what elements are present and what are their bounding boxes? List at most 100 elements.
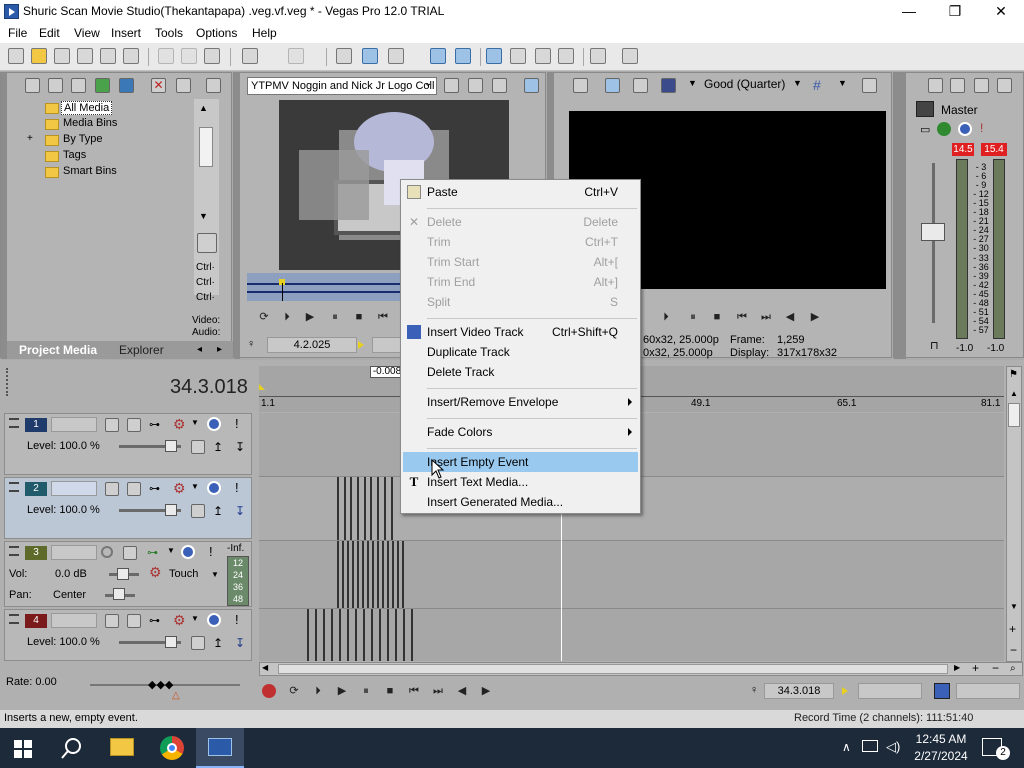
paste-toolbar-icon[interactable] [204,48,220,64]
scroll-right-icon[interactable]: ▶ [954,663,960,672]
auto-ripple-icon[interactable] [430,48,446,64]
tab-explorer[interactable]: Explorer [119,343,164,357]
insert-fx-icon[interactable]: ▭ [920,123,930,136]
tab-project-media[interactable]: Project Media [19,343,97,357]
play-from-start-icon[interactable]: ⏵ [279,309,295,325]
dim-output-icon[interactable] [974,78,989,93]
ignore-grouping-icon[interactable] [535,48,551,64]
chevron-down-icon[interactable]: ▼ [167,546,175,555]
auto-crossfade-icon[interactable] [510,48,526,64]
timeline-vertical-scrollbar[interactable]: ⚑ ▲ ▼ + − [1006,366,1022,662]
fx-chain-icon[interactable]: ⊶ [147,546,158,559]
menu-insert[interactable]: Insert [111,26,141,40]
open-icon[interactable] [31,48,47,64]
fx-green-icon[interactable] [937,122,951,136]
mute-icon[interactable] [207,417,221,431]
volume-icon[interactable]: ◁) [886,739,900,755]
menu-edit[interactable]: Edit [39,26,60,40]
preview-play-from-start-icon[interactable]: ⏵ [658,309,674,325]
menu-options[interactable]: Options [196,26,237,40]
save-as-icon[interactable] [77,48,93,64]
enable-snapping-icon[interactable] [486,48,502,64]
solo-icon[interactable]: ! [209,544,213,559]
compositing-mode-icon[interactable]: ⊶ [149,418,160,431]
trimmer-properties-icon[interactable] [444,78,459,93]
save-icon[interactable] [54,48,70,64]
track-motion-icon[interactable] [105,614,119,628]
solo-icon[interactable]: ! [235,480,239,495]
redo-icon[interactable] [288,48,304,64]
refresh-icon[interactable] [95,78,110,93]
trimmer-monitor-icon[interactable] [524,78,539,93]
rate-slider-thumb[interactable]: ◆◆◆ [148,678,173,691]
get-media-icon[interactable] [71,78,86,93]
tree-item-all-media[interactable]: All Media [61,101,113,115]
chevron-down-icon[interactable]: ▼ [793,78,802,88]
out-point-icon[interactable] [934,683,950,699]
peak-right[interactable]: 15.4 [981,143,1007,156]
preview-quality[interactable]: Good (Quarter) [704,77,785,91]
peak-left[interactable]: 14.5 [952,143,974,156]
zoom-out-icon[interactable]: − [1010,643,1017,657]
media-properties-icon[interactable] [176,78,191,93]
downmix-icon[interactable] [950,78,965,93]
menu-item-insert-remove-envelope[interactable]: Insert/Remove Envelope [403,392,638,412]
chevron-down-icon[interactable]: ▼ [211,570,219,579]
event-cluster-track-3[interactable] [337,541,407,608]
media-select[interactable]: YTPMV Noggin and Nick Jr Logo Coll [247,77,437,95]
solo-icon[interactable]: ! [235,416,239,431]
track-minimize-icon[interactable] [9,546,19,556]
solo-icon[interactable]: ! [980,121,983,135]
loop-playback-icon[interactable]: ⟳ [286,683,302,699]
solo-icon[interactable]: ! [235,612,239,627]
go-to-start-icon[interactable]: ⏮ [375,309,391,325]
track-fx-icon[interactable] [127,614,141,628]
level-slider-thumb[interactable] [165,440,177,452]
search-icon[interactable] [61,737,83,759]
level-slider-thumb[interactable] [165,636,177,648]
track-name-field[interactable] [51,417,97,432]
track-minimize-icon[interactable] [9,418,19,428]
overlays-icon[interactable]: # [813,77,821,93]
menu-item-fade-colors[interactable]: Fade Colors [403,422,638,442]
timeline-horizontal-scrollbar[interactable]: ◀ ▶ + − ⌕ [259,661,1023,676]
menu-tools[interactable]: Tools [155,26,183,40]
mute-icon[interactable] [207,613,221,627]
composite-child-icon[interactable] [191,504,205,518]
trimmer-clear-icon[interactable] [492,78,507,93]
preview-start-icon[interactable]: ⏮ [734,309,750,325]
menu-item-insert-generated-media[interactable]: Insert Generated Media... [403,492,638,512]
track-name-field[interactable] [51,613,97,628]
go-to-end-icon[interactable]: ⏭ [430,683,446,699]
zoom-tool-icon[interactable] [558,48,574,64]
menu-file[interactable]: File [8,26,27,40]
parent-icon[interactable]: ↥ [213,440,223,454]
zoom-in-icon[interactable]: + [1009,622,1016,636]
go-to-start-icon[interactable]: ⏮ [406,683,422,699]
properties-icon[interactable] [123,48,139,64]
tab-scroll-right-icon[interactable]: ▸ [217,344,222,355]
menu-item-trim-end[interactable]: Trim End Alt+] [403,272,638,292]
track-name-field[interactable] [51,545,97,560]
new-icon[interactable] [8,48,24,64]
play-icon[interactable]: ▶ [302,309,318,325]
trimmer-fx-icon[interactable] [468,78,483,93]
render-icon[interactable] [100,48,116,64]
gear-icon[interactable]: ⚙ [173,480,186,497]
zoom-out-icon[interactable]: − [992,661,999,675]
menu-help[interactable]: Help [252,26,277,40]
track-name-field[interactable] [51,481,97,496]
windows-start-icon[interactable] [14,740,32,758]
play-from-start-icon[interactable]: ⏵ [310,683,326,699]
scissors-icon[interactable] [197,233,217,253]
pause-icon[interactable]: ⏸ [358,683,374,699]
composite-child-icon[interactable] [191,636,205,650]
track-fx-icon[interactable] [127,482,141,496]
track-motion-icon[interactable] [105,482,119,496]
master-properties-icon[interactable] [928,78,943,93]
network-icon[interactable] [862,740,878,752]
menu-item-delete-track[interactable]: Delete Track [403,362,638,382]
plugin-manager-icon[interactable] [590,48,606,64]
loop-region-marker[interactable] [259,384,265,390]
preview-pause-icon[interactable]: ⏸ [685,309,701,325]
